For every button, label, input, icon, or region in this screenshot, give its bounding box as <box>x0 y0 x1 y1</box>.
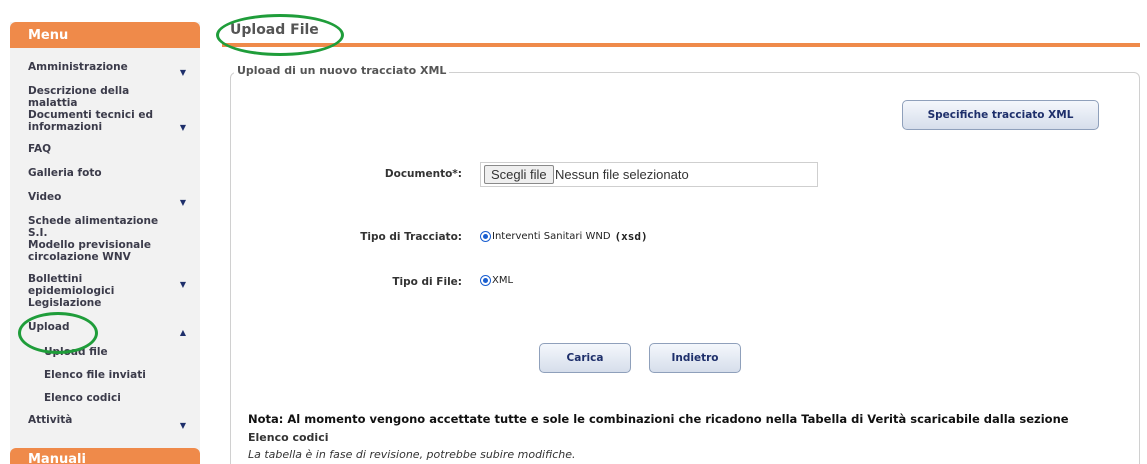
menu-item-label: Documenti tecnici ed informazioni <box>28 109 153 133</box>
fieldset-legend: Upload di un nuovo tracciato XML <box>234 64 450 77</box>
chevron-down-icon: ▼ <box>179 123 186 132</box>
note-title: Nota: Al momento vengono accettate tutte… <box>248 412 1069 426</box>
menu-item-faq[interactable]: FAQ <box>10 140 200 164</box>
menu-item-video[interactable]: Video ▼ <box>10 188 200 212</box>
menu-item-schede[interactable]: Schede alimentazione S.I. <box>10 212 200 239</box>
menu-item-attivita[interactable]: Attività ▼ <box>10 411 200 435</box>
chevron-down-icon: ▼ <box>179 68 186 77</box>
menu-item-amministrazione[interactable]: Amministrazione ▼ <box>10 58 200 82</box>
indietro-button[interactable]: Indietro <box>649 343 741 373</box>
menu-item-label: Video <box>28 191 62 203</box>
tipo-tracciato-option[interactable]: Interventi Sanitari WND (xsd) <box>480 230 648 243</box>
title-divider <box>222 43 1140 47</box>
specifiche-tracciato-button[interactable]: Specifiche tracciato XML <box>902 100 1099 130</box>
menu-item-label: Legislazione <box>28 297 102 309</box>
file-option-label: XML <box>492 275 514 286</box>
tipo-file-label: Tipo di File: <box>392 276 462 288</box>
menu-item-label: FAQ <box>28 143 52 155</box>
menu-item-label: Galleria foto <box>28 167 102 179</box>
menu-item-label: Amministrazione <box>28 61 128 73</box>
menu-item-galleria[interactable]: Galleria foto <box>10 164 200 188</box>
menu-list: Amministrazione ▼ Descrizione della malat… <box>10 48 200 435</box>
note-disclaimer: La tabella è in fase di revisione, potre… <box>248 448 576 461</box>
radio-selected-icon[interactable] <box>480 231 491 242</box>
submenu-item-upload-file[interactable]: Upload file <box>10 342 200 365</box>
manuali-header[interactable]: Manuali <box>10 448 200 464</box>
sidebar-menu: Menu Amministrazione ▼ Descrizione della … <box>10 22 200 464</box>
chevron-down-icon: ▼ <box>179 421 186 430</box>
menu-item-descrizione[interactable]: Descrizione della malattia <box>10 82 200 109</box>
chevron-up-icon: ▲ <box>179 328 186 337</box>
chevron-down-icon: ▼ <box>179 280 186 289</box>
tracciato-format-suffix: (xsd) <box>614 230 648 243</box>
radio-selected-icon[interactable] <box>480 275 491 286</box>
menu-item-label: Attività <box>28 414 73 426</box>
choose-file-button[interactable]: Scegli file <box>484 165 554 184</box>
page-title: Upload File <box>230 22 319 38</box>
menu-item-bollettini[interactable]: Bollettini epidemiologici ▼ <box>10 270 200 297</box>
carica-button[interactable]: Carica <box>539 343 631 373</box>
menu-item-label: Modello previsionale circolazione WNV <box>28 239 151 263</box>
menu-item-legislazione[interactable]: Legislazione <box>10 294 200 318</box>
submenu-item-elenco-file-inviati[interactable]: Elenco file inviati <box>10 365 200 388</box>
menu-item-label: Upload <box>28 321 70 333</box>
menu-header: Menu <box>10 22 200 48</box>
tipo-file-option[interactable]: XML <box>480 275 513 286</box>
file-input[interactable]: Scegli file Nessun file selezionato <box>480 162 818 187</box>
tracciato-option-label: Interventi Sanitari WND <box>492 231 611 242</box>
chevron-down-icon: ▼ <box>179 198 186 207</box>
menu-item-modello[interactable]: Modello previsionale circolazione WNV <box>10 236 200 270</box>
documento-label: Documento*: <box>384 168 462 180</box>
submenu-item-elenco-codici[interactable]: Elenco codici <box>10 388 200 411</box>
menu-item-upload[interactable]: Upload ▲ <box>10 318 200 342</box>
menu-item-documenti[interactable]: Documenti tecnici ed informazioni ▼ <box>10 106 200 140</box>
upload-fieldset <box>230 72 1140 464</box>
tipo-tracciato-label: Tipo di Tracciato: <box>360 231 462 243</box>
note-link-elenco-codici[interactable]: Elenco codici <box>248 431 329 444</box>
file-status-text: Nessun file selezionato <box>555 167 689 182</box>
